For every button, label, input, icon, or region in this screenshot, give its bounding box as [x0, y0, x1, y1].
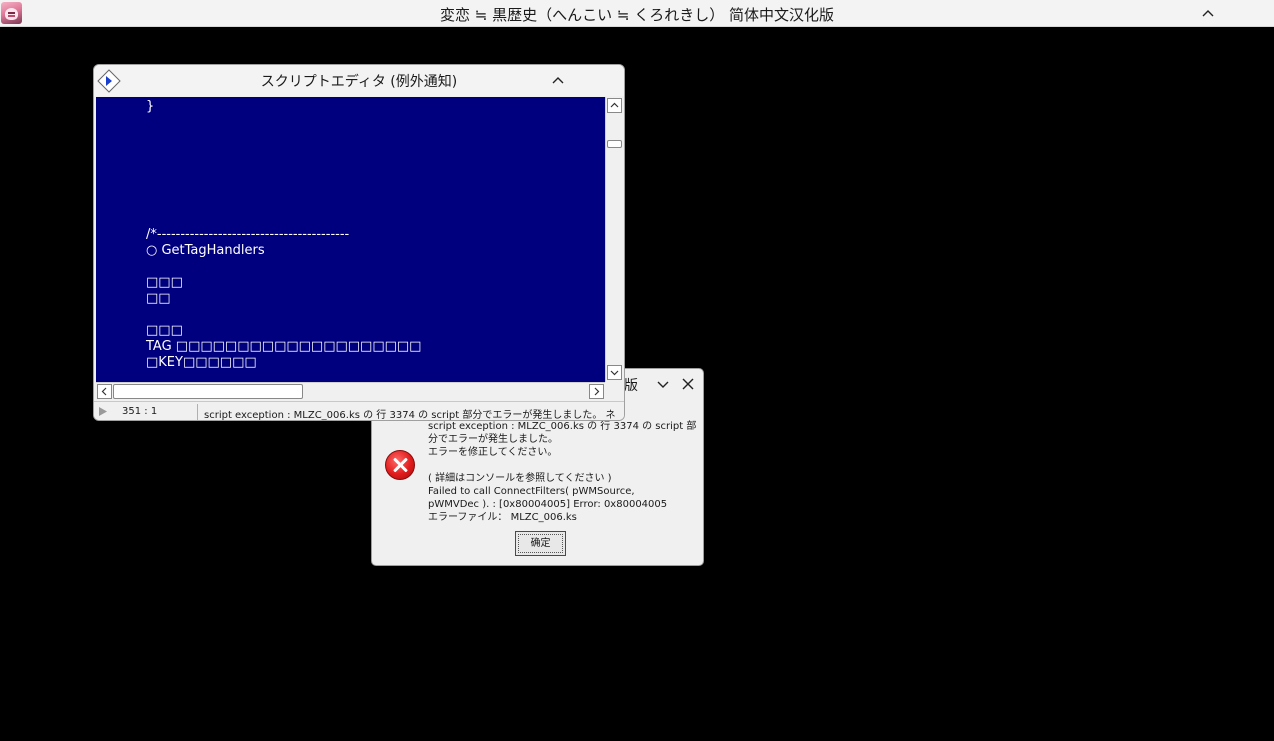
dialog-message-line: エラーを修正してください。 — [428, 447, 558, 458]
main-titlebar: 変恋 ≒ 黒歴史（へんこい ≒ くろれきし） 简体中文汉化版 — [0, 0, 1274, 27]
collapse-chevron-icon[interactable] — [1197, 4, 1219, 22]
dialog-message-line: ( 詳細はコンソールを参照してください ) — [428, 473, 612, 484]
code-line: □KEY□□□□□□ — [146, 355, 257, 370]
code-line: □□□ — [146, 275, 183, 290]
chevron-down-icon[interactable] — [655, 377, 671, 391]
dialog-message-line: 分でエラーが発生しました。 — [428, 434, 558, 445]
dialog-message-line: script exception : MLZC_006.ks の 行 3374 … — [428, 421, 697, 432]
cursor-position: 351 : 1 — [122, 406, 158, 417]
scroll-down-icon[interactable] — [607, 365, 622, 380]
code-line: □□ — [146, 291, 171, 306]
code-line: /*--------------------------------------… — [146, 227, 350, 242]
ok-button[interactable]: 确定 — [515, 531, 566, 556]
code-editor[interactable]: } /*------------------------------------… — [96, 97, 605, 382]
status-divider — [197, 404, 198, 420]
scroll-left-icon[interactable] — [97, 384, 112, 399]
play-icon[interactable] — [98, 406, 108, 417]
editor-titlebar: スクリプトエディタ (例外通知) — [94, 65, 624, 96]
error-icon — [385, 450, 415, 480]
horizontal-scroll-thumb[interactable] — [113, 384, 303, 399]
collapse-chevron-icon[interactable] — [549, 72, 567, 88]
close-icon[interactable] — [680, 377, 696, 391]
code-line: □□□ — [146, 323, 183, 338]
scroll-right-icon[interactable] — [589, 384, 604, 399]
main-window-title: 変恋 ≒ 黒歴史（へんこい ≒ くろれきし） 简体中文汉化版 — [439, 6, 834, 24]
code-line: TAG □□□□□□□□□□□□□□□□□□□□ — [146, 339, 422, 354]
status-message: script exception : MLZC_006.ks の 行 3374 … — [204, 410, 616, 421]
editor-title: スクリプトエディタ (例外通知) — [260, 74, 458, 90]
dialog-message-line: Failed to call ConnectFilters( pWMSource… — [428, 486, 635, 497]
editor-statusbar: 351 : 1 script exception : MLZC_006.ks の… — [94, 401, 624, 421]
dialog-message-line: pWMVDec ). : [0x80004005] Error: 0x80004… — [428, 499, 668, 510]
scroll-up-icon[interactable] — [607, 98, 622, 113]
code-line: } — [146, 99, 155, 114]
horizontal-scrollbar[interactable] — [96, 382, 605, 399]
vertical-scrollbar[interactable] — [605, 97, 622, 382]
script-editor-window: スクリプトエディタ (例外通知) } /*-------------------… — [93, 64, 625, 421]
dialog-title: 版 — [624, 378, 638, 394]
vertical-scroll-thumb[interactable] — [607, 140, 622, 148]
code-line: ○ GetTagHandlers — [146, 243, 265, 258]
dialog-message-line: エラーファイル： MLZC_006.ks — [428, 512, 577, 523]
